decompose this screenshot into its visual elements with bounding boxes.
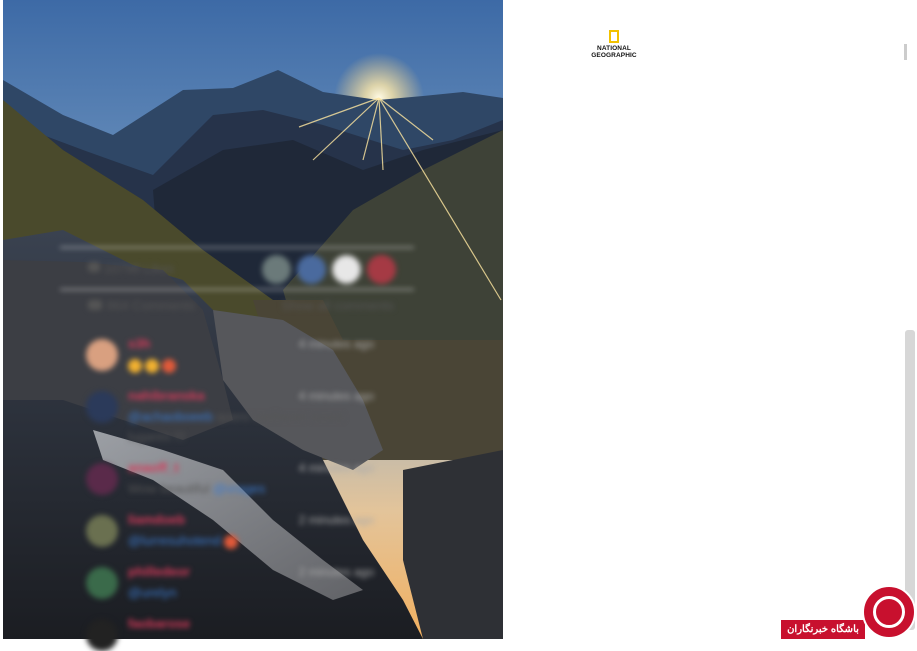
- comment-username[interactable]: faobarose: [128, 616, 190, 631]
- comment-time: 2 minutes ago: [298, 565, 374, 579]
- likes-row: 10798 Likes: [60, 247, 414, 290]
- blurred-engagement-area: 10798 Likes 864 Comments Show all commen…: [60, 247, 414, 651]
- comment-username[interactable]: liamdoeb: [128, 512, 185, 527]
- comment-time: 4 minutes ago: [298, 389, 374, 403]
- avatar[interactable]: [86, 391, 118, 423]
- liker-avatars: [262, 255, 396, 284]
- emoji-icon: [224, 534, 239, 549]
- heart-icon[interactable]: [88, 262, 100, 272]
- comment-body: @urelyn: [128, 583, 368, 603]
- post-details-panel: NATIONAL GEOGRAPHIC: [503, 0, 917, 639]
- avatar[interactable]: [297, 255, 326, 284]
- avatar[interactable]: [86, 515, 118, 547]
- comment-bubble-icon: [88, 300, 102, 310]
- mention-link[interactable]: @lurresuhotend: [128, 533, 221, 548]
- watermark-logo-icon: [862, 585, 916, 639]
- comment-username[interactable]: s3h: [128, 336, 150, 351]
- emoji-icon: [128, 358, 142, 373]
- mention-link[interactable]: @urelyn: [128, 585, 177, 600]
- comment-body: Wow beautiful @vrages: [128, 479, 368, 499]
- yellow-frame-icon: [609, 30, 619, 43]
- avatar[interactable]: [86, 619, 118, 651]
- comment-username[interactable]: nahibranska: [128, 388, 205, 403]
- national-geographic-logo[interactable]: NATIONAL GEOGRAPHIC: [591, 30, 637, 59]
- mention-link[interactable]: @vrages: [213, 481, 265, 496]
- comment-time: 4 minutes ago: [298, 337, 374, 351]
- avatar[interactable]: [86, 567, 118, 599]
- comments-count: 864 Comments: [107, 298, 196, 313]
- comment-text: Wow beautiful: [128, 481, 210, 496]
- comment-time: 4 minutes ago: [298, 461, 374, 475]
- avatar[interactable]: [262, 255, 291, 284]
- comment-username[interactable]: philledeor: [128, 564, 190, 579]
- panel-scroll-handle[interactable]: [904, 44, 907, 60]
- comment-body: [128, 355, 368, 375]
- comments-scrollbar[interactable]: [905, 330, 915, 630]
- comment-body: @lurresuhotend: [128, 531, 368, 551]
- emoji-icon: [145, 358, 159, 373]
- avatar[interactable]: [86, 339, 118, 371]
- avatar[interactable]: [86, 463, 118, 495]
- comment-body: @achaoboeeb quero conhecer esses lugares…: [128, 407, 368, 447]
- comment-username[interactable]: anaoff_t: [128, 460, 179, 475]
- mention-link[interactable]: @achaoboeeb: [128, 409, 213, 424]
- avatar[interactable]: [367, 255, 396, 284]
- emoji-icon: [162, 358, 176, 373]
- watermark-label: باشگاه خبرنگاران: [781, 620, 865, 639]
- avatar[interactable]: [332, 255, 361, 284]
- logo-text: NATIONAL GEOGRAPHIC: [591, 45, 637, 59]
- likes-count: 10798 Likes: [104, 261, 175, 276]
- comment-time: 2 minutes ago: [298, 513, 374, 527]
- show-all-comments-link[interactable]: Show all comments: [281, 298, 394, 313]
